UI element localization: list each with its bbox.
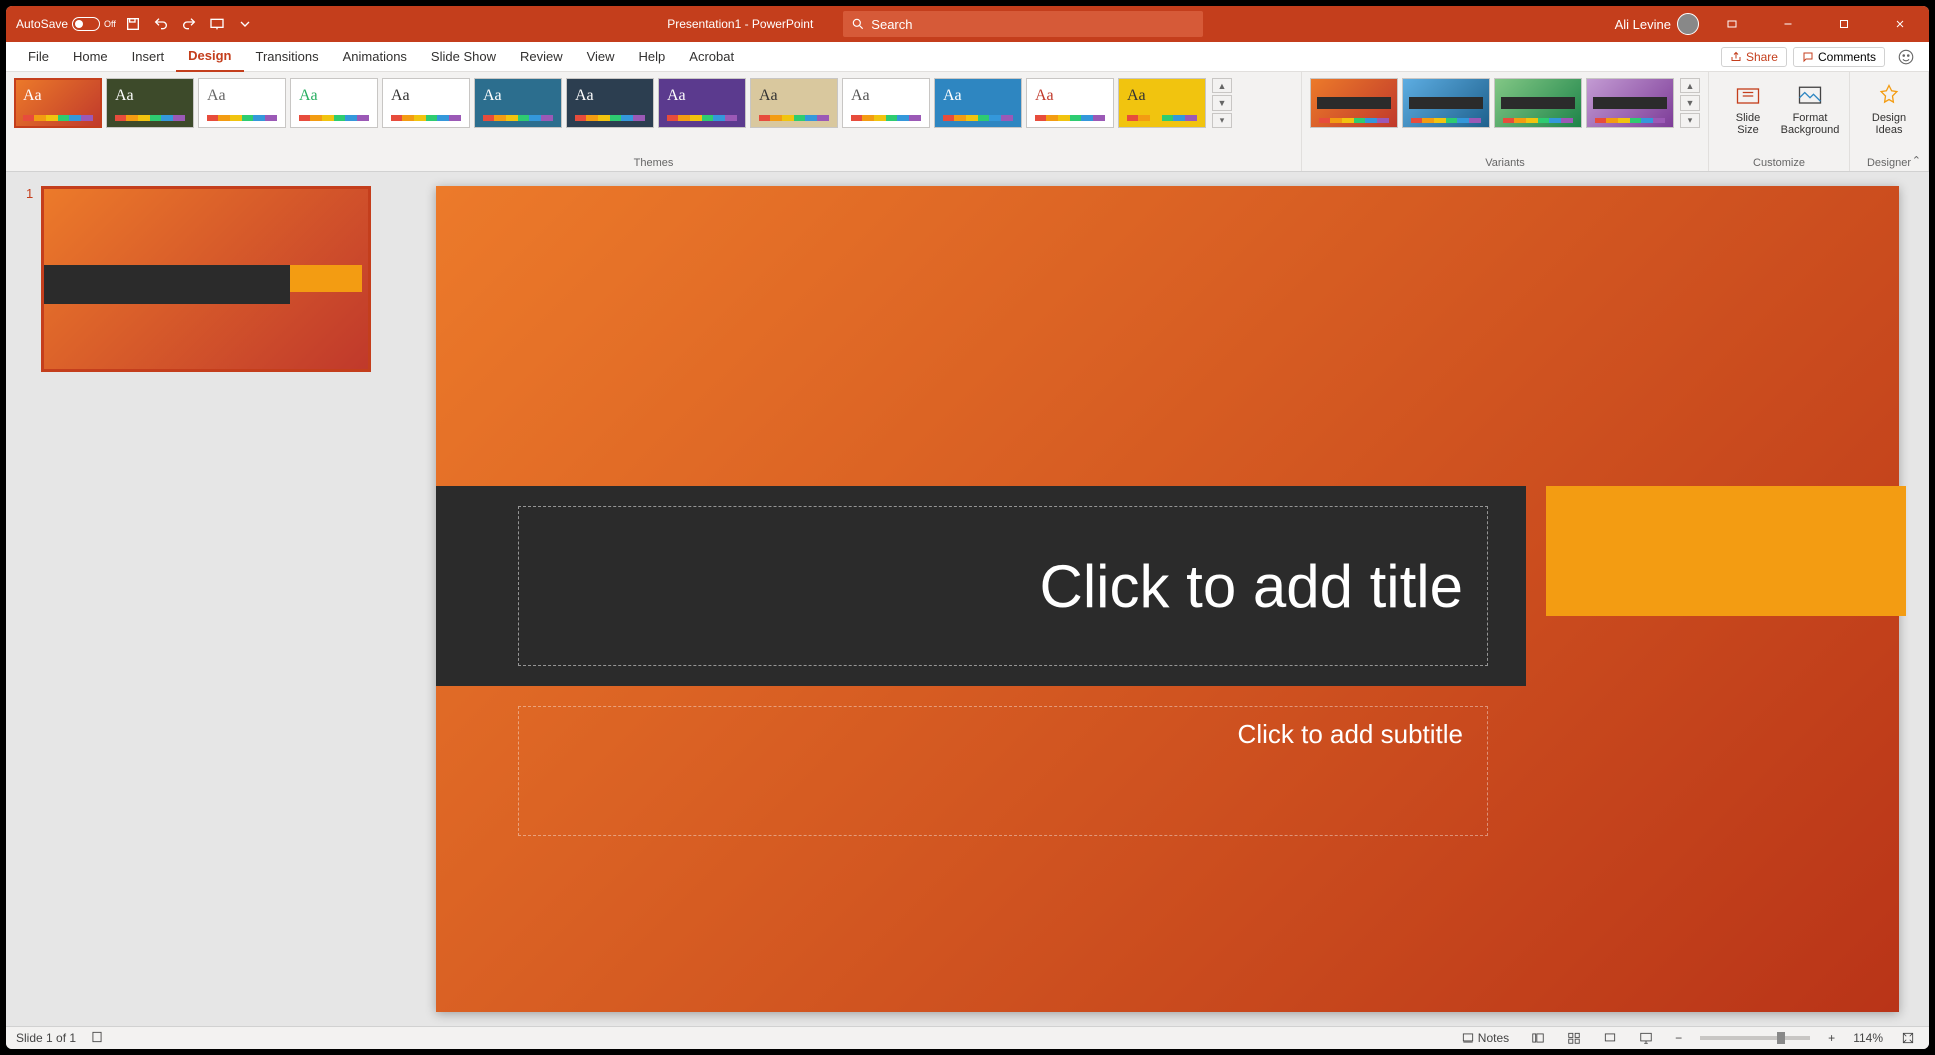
user-name: Ali Levine xyxy=(1615,17,1671,32)
autosave-label: AutoSave xyxy=(16,17,68,31)
share-button[interactable]: Share xyxy=(1721,47,1787,67)
theme-thumbnail-0[interactable]: Aa xyxy=(14,78,102,128)
minimize-button[interactable] xyxy=(1765,6,1811,42)
zoom-in-button[interactable]: + xyxy=(1824,1031,1839,1045)
accent-block-shape xyxy=(1546,486,1906,616)
variants-group: ▲▼▾ Variants xyxy=(1302,72,1709,171)
autosave-toggle[interactable]: AutoSave Off xyxy=(16,17,116,31)
variant-thumbnail-3[interactable] xyxy=(1586,78,1674,128)
variants-more-button[interactable]: ▲▼▾ xyxy=(1680,78,1700,128)
theme-thumbnail-12[interactable]: Aa xyxy=(1118,78,1206,128)
tab-file[interactable]: File xyxy=(16,42,61,72)
tab-review[interactable]: Review xyxy=(508,42,575,72)
themes-group-label: Themes xyxy=(14,155,1293,169)
comments-label: Comments xyxy=(1818,50,1876,64)
autosave-switch-icon xyxy=(72,17,100,31)
theme-thumbnail-6[interactable]: Aa xyxy=(566,78,654,128)
design-ideas-button[interactable]: Design Ideas xyxy=(1858,78,1920,140)
slideshow-view-button[interactable] xyxy=(1635,1031,1657,1045)
document-title: Presentation1 - PowerPoint xyxy=(667,17,813,31)
theme-thumbnail-9[interactable]: Aa xyxy=(842,78,930,128)
redo-button[interactable] xyxy=(178,13,200,35)
tab-transitions[interactable]: Transitions xyxy=(244,42,331,72)
tab-slide-show[interactable]: Slide Show xyxy=(419,42,508,72)
theme-thumbnail-4[interactable]: Aa xyxy=(382,78,470,128)
search-placeholder: Search xyxy=(871,17,912,32)
design-ideas-label: Design Ideas xyxy=(1866,112,1912,136)
themes-more-button[interactable]: ▲▼▾ xyxy=(1212,78,1232,128)
status-bar: Slide 1 of 1 Notes − + 114% xyxy=(6,1026,1929,1049)
tab-help[interactable]: Help xyxy=(627,42,678,72)
title-placeholder-text: Click to add title xyxy=(1039,552,1463,621)
reading-view-button[interactable] xyxy=(1599,1031,1621,1045)
tab-home[interactable]: Home xyxy=(61,42,120,72)
title-placeholder[interactable]: Click to add title xyxy=(518,506,1488,666)
normal-view-button[interactable] xyxy=(1527,1031,1549,1045)
qat-more-button[interactable] xyxy=(234,13,256,35)
search-box[interactable]: Search xyxy=(843,11,1203,37)
subtitle-placeholder-text: Click to add subtitle xyxy=(1238,719,1463,750)
themes-group: AaAaAaAaAaAaAaAaAaAaAaAaAa▲▼▾ Themes xyxy=(6,72,1302,171)
subtitle-placeholder[interactable]: Click to add subtitle xyxy=(518,706,1488,836)
collapse-ribbon-button[interactable]: ⌃ xyxy=(1912,154,1921,167)
zoom-out-button[interactable]: − xyxy=(1671,1031,1686,1045)
slide-size-button[interactable]: Slide Size xyxy=(1717,78,1779,140)
slide-canvas-area: Click to add title Click to add subtitle xyxy=(406,172,1929,1026)
variant-thumbnail-2[interactable] xyxy=(1494,78,1582,128)
variants-group-label: Variants xyxy=(1310,155,1700,169)
theme-thumbnail-11[interactable]: Aa xyxy=(1026,78,1114,128)
present-from-start-button[interactable] xyxy=(206,13,228,35)
notes-button[interactable]: Notes xyxy=(1457,1031,1513,1045)
tab-acrobat[interactable]: Acrobat xyxy=(677,42,746,72)
theme-thumbnail-8[interactable]: Aa xyxy=(750,78,838,128)
slide-panel: 1 xyxy=(6,172,406,1026)
theme-thumbnail-7[interactable]: Aa xyxy=(658,78,746,128)
search-icon xyxy=(851,17,865,31)
zoom-level[interactable]: 114% xyxy=(1853,1031,1883,1045)
share-label: Share xyxy=(1746,50,1778,64)
feedback-button[interactable] xyxy=(1893,44,1919,70)
tab-view[interactable]: View xyxy=(575,42,627,72)
tab-animations[interactable]: Animations xyxy=(331,42,419,72)
maximize-button[interactable] xyxy=(1821,6,1867,42)
save-button[interactable] xyxy=(122,13,144,35)
zoom-slider[interactable] xyxy=(1700,1036,1810,1040)
slide-sorter-view-button[interactable] xyxy=(1563,1031,1585,1045)
slide-counter: Slide 1 of 1 xyxy=(16,1031,76,1045)
avatar-icon xyxy=(1677,13,1699,35)
share-icon xyxy=(1730,51,1742,63)
slide-thumbnail-1[interactable] xyxy=(41,186,371,372)
theme-thumbnail-10[interactable]: Aa xyxy=(934,78,1022,128)
customize-group: Slide Size Format Background Customize xyxy=(1709,72,1850,171)
comments-button[interactable]: Comments xyxy=(1793,47,1885,67)
close-button[interactable] xyxy=(1877,6,1923,42)
ribbon: AaAaAaAaAaAaAaAaAaAaAaAaAa▲▼▾ Themes ▲▼▾… xyxy=(6,72,1929,172)
tab-design[interactable]: Design xyxy=(176,42,243,72)
slide-canvas[interactable]: Click to add title Click to add subtitle xyxy=(436,186,1899,1012)
customize-group-label: Customize xyxy=(1717,155,1841,169)
theme-thumbnail-2[interactable]: Aa xyxy=(198,78,286,128)
account-button[interactable]: Ali Levine xyxy=(1615,13,1699,35)
undo-button[interactable] xyxy=(150,13,172,35)
variant-thumbnail-0[interactable] xyxy=(1310,78,1398,128)
variant-thumbnail-1[interactable] xyxy=(1402,78,1490,128)
title-bar: AutoSave Off Presentation1 - PowerPoint … xyxy=(6,6,1929,42)
comment-icon xyxy=(1802,51,1814,63)
slide-number: 1 xyxy=(26,186,33,372)
accessibility-icon[interactable] xyxy=(90,1030,104,1047)
ribbon-tabs: File Home Insert Design Transitions Anim… xyxy=(6,42,1929,72)
ribbon-display-options-button[interactable] xyxy=(1709,6,1755,42)
designer-group-label: Designer xyxy=(1858,155,1920,169)
fit-to-window-button[interactable] xyxy=(1897,1031,1919,1045)
theme-thumbnail-1[interactable]: Aa xyxy=(106,78,194,128)
theme-thumbnail-5[interactable]: Aa xyxy=(474,78,562,128)
theme-thumbnail-3[interactable]: Aa xyxy=(290,78,378,128)
slide-size-label: Slide Size xyxy=(1725,112,1771,136)
format-background-label: Format Background xyxy=(1781,112,1840,136)
tab-insert[interactable]: Insert xyxy=(120,42,177,72)
notes-label: Notes xyxy=(1478,1031,1509,1045)
workspace: 1 Click to add title Click to add subtit… xyxy=(6,172,1929,1026)
format-background-button[interactable]: Format Background xyxy=(1779,78,1841,140)
autosave-state: Off xyxy=(104,19,116,29)
